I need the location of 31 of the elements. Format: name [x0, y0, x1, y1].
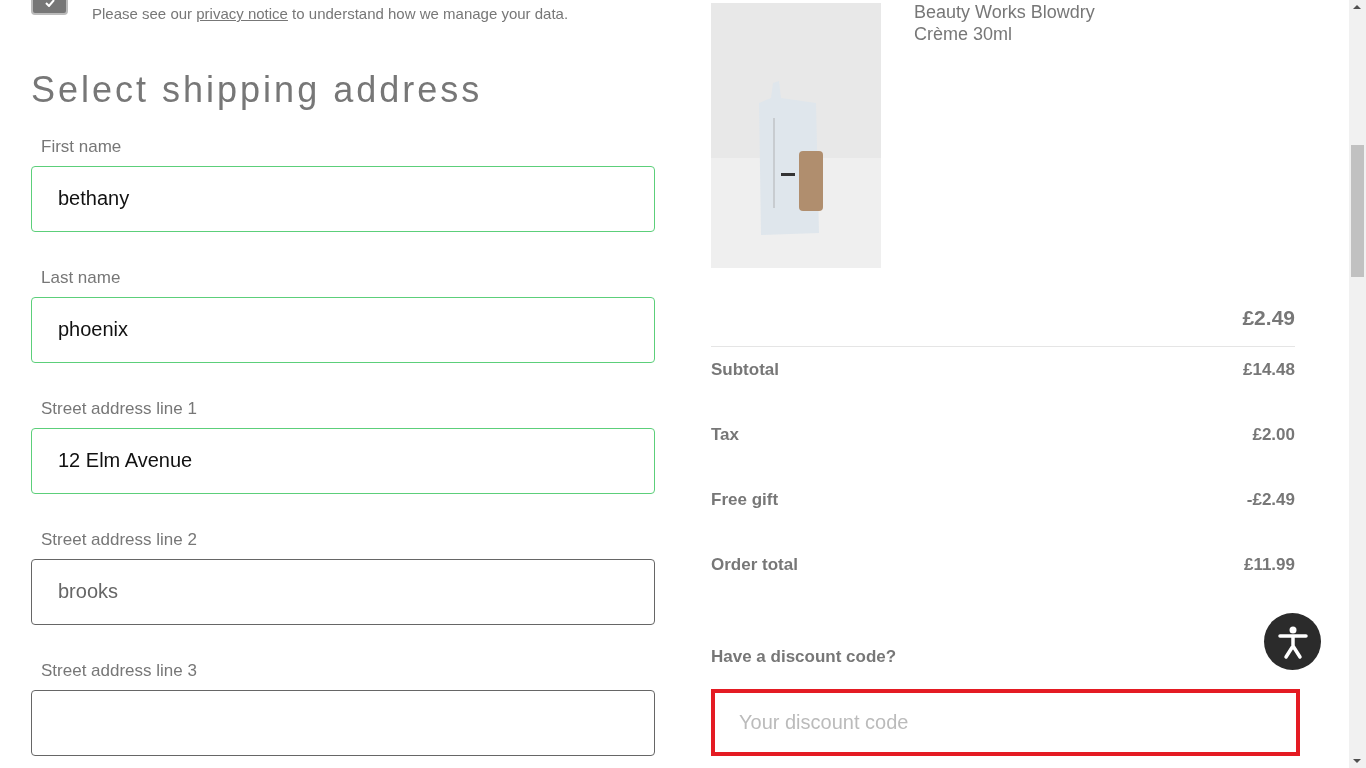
input-field[interactable]: brooks: [31, 558, 655, 625]
total-label: Subtotal: [711, 358, 779, 381]
input-field[interactable]: 12 Elm Avenue: [31, 427, 655, 494]
section-title: Select shipping address: [31, 67, 484, 112]
total-label: Free gift: [711, 488, 779, 511]
total-value: £2.00: [1252, 423, 1295, 446]
field-label: Street address line 2: [41, 528, 198, 551]
total-value: £14.48: [1243, 358, 1295, 381]
scroll-up-icon[interactable]: [1353, 5, 1361, 9]
privacy-link[interactable]: privacy notice: [196, 5, 288, 22]
field-label: Street address line 1: [41, 397, 198, 420]
scrollbar-thumb[interactable]: [1351, 145, 1364, 277]
total-value: £11.99: [1243, 553, 1295, 576]
discount-label: Have a discount code?: [711, 645, 898, 668]
discount-field[interactable]: Your discount code: [711, 689, 1300, 756]
privacy-text: Please see our privacy notice to understand how we manage your data.: [92, 4, 569, 24]
input-field[interactable]: [31, 689, 655, 756]
item-price: £2.49: [1242, 305, 1295, 331]
total-label: Tax: [711, 423, 740, 446]
field-label: Street address line 3: [41, 659, 198, 682]
total-label: Order total: [711, 553, 798, 576]
scrollbar[interactable]: [1349, 0, 1366, 768]
input-field[interactable]: phoenix: [31, 296, 655, 363]
field-label: First name: [41, 135, 123, 158]
accessibility-button[interactable]: [1264, 613, 1321, 670]
check-icon: [44, 0, 55, 7]
field-label: Last name: [41, 266, 122, 289]
total-value: -£2.49: [1246, 488, 1295, 511]
product-name: Beauty Works Blowdry Crème 30ml: [914, 1, 1096, 46]
scroll-down-icon[interactable]: [1353, 759, 1361, 763]
input-field[interactable]: bethany: [31, 165, 655, 232]
